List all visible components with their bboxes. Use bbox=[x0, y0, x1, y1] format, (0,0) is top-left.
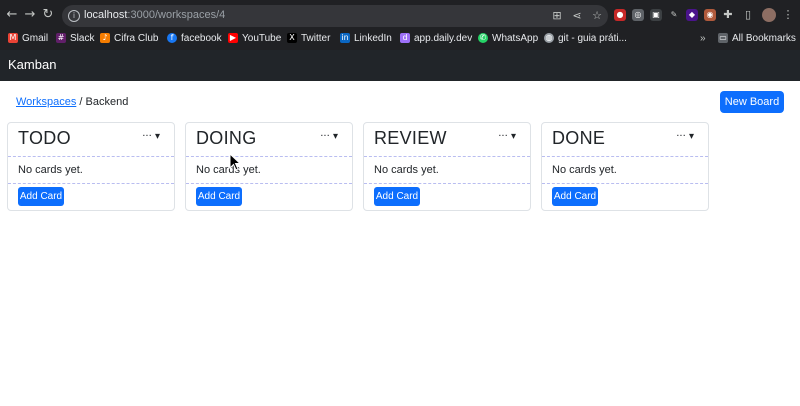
youtube-icon: ▶ bbox=[228, 33, 238, 43]
extension-gray-icon[interactable]: ◎ bbox=[632, 9, 644, 21]
column-title: TODO bbox=[18, 128, 71, 148]
add-card-button[interactable]: Add Card bbox=[196, 187, 242, 206]
translate-icon[interactable]: ⊞ bbox=[550, 9, 564, 23]
profile-avatar[interactable] bbox=[762, 8, 776, 22]
app-navbar: Kamban bbox=[0, 50, 800, 81]
bookmark-facebook[interactable]: f facebook bbox=[167, 31, 222, 45]
add-card-button[interactable]: Add Card bbox=[18, 187, 64, 206]
column-body: No cards yet. bbox=[542, 157, 708, 184]
column-title: DONE bbox=[552, 128, 606, 148]
toolbar: ← → ↻ i localhost:3000/workspaces/4 ⊞ ⋖ … bbox=[0, 4, 800, 28]
share-icon[interactable]: ⋖ bbox=[570, 9, 584, 23]
folder-icon: ▭ bbox=[718, 33, 728, 43]
bookmark-gmail[interactable]: M Gmail bbox=[8, 31, 48, 45]
bookmark-youtube[interactable]: ▶ YouTube bbox=[228, 31, 281, 45]
column-doing: DOING ··· ▾ No cards yet. Add Card bbox=[185, 122, 353, 211]
breadcrumb-current: Backend bbox=[85, 96, 129, 108]
column-body: No cards yet. bbox=[364, 157, 530, 184]
bookmark-git-guide[interactable]: ◍ git - guia práti... bbox=[544, 31, 627, 45]
bookmark-whatsapp[interactable]: ✆ WhatsApp bbox=[478, 31, 538, 45]
facebook-icon: f bbox=[167, 33, 177, 43]
column-header: REVIEW ··· ▾ bbox=[364, 123, 530, 157]
extensions-puzzle-icon[interactable]: ✚ bbox=[722, 9, 734, 21]
daily-dev-icon: d bbox=[400, 33, 410, 43]
column-menu-dropdown[interactable]: ··· ▾ bbox=[320, 131, 338, 142]
brand-title[interactable]: Kamban bbox=[8, 57, 56, 72]
extension-purple-icon[interactable]: ◆ bbox=[686, 9, 698, 21]
extension-window-icon[interactable]: ▣ bbox=[650, 9, 662, 21]
back-arrow-icon[interactable]: ← bbox=[4, 7, 20, 23]
column-todo: TODO ··· ▾ No cards yet. Add Card bbox=[7, 122, 175, 211]
column-review: REVIEW ··· ▾ No cards yet. Add Card bbox=[363, 122, 531, 211]
forward-arrow-icon[interactable]: → bbox=[22, 7, 38, 23]
gmail-icon: M bbox=[8, 33, 18, 43]
bookmark-daily-dev[interactable]: d app.daily.dev bbox=[400, 31, 472, 45]
add-card-button[interactable]: Add Card bbox=[552, 187, 598, 206]
bookmark-slack[interactable]: # Slack bbox=[56, 31, 94, 45]
address-bar[interactable]: i localhost:3000/workspaces/4 ⊞ ⋖ ☆ bbox=[62, 5, 608, 27]
breadcrumb: Workspaces / Backend bbox=[16, 96, 128, 108]
column-body: No cards yet. bbox=[8, 157, 174, 184]
column-menu-dropdown[interactable]: ··· ▾ bbox=[676, 131, 694, 142]
column-menu-dropdown[interactable]: ··· ▾ bbox=[498, 131, 516, 142]
bookmark-twitter[interactable]: X Twitter bbox=[287, 31, 330, 45]
bookmarks-overflow-icon[interactable]: » bbox=[700, 31, 706, 45]
column-title: REVIEW bbox=[374, 128, 447, 148]
url-text: localhost:3000/workspaces/4 bbox=[84, 9, 226, 21]
column-done: DONE ··· ▾ No cards yet. Add Card bbox=[541, 122, 709, 211]
browser-chrome: ← → ↻ i localhost:3000/workspaces/4 ⊞ ⋖ … bbox=[0, 0, 800, 50]
cifra-club-icon: ♪ bbox=[100, 33, 110, 43]
empty-cards-text: No cards yet. bbox=[552, 164, 617, 176]
bookmark-linkedin[interactable]: in LinkedIn bbox=[340, 31, 392, 45]
bookmarks-bar: M Gmail # Slack ♪ Cifra Club f facebook ▶ You… bbox=[0, 30, 800, 46]
whatsapp-icon: ✆ bbox=[478, 33, 488, 43]
breadcrumb-workspaces-link[interactable]: Workspaces bbox=[16, 96, 76, 108]
empty-cards-text: No cards yet. bbox=[374, 164, 439, 176]
mouse-cursor-icon bbox=[229, 153, 241, 171]
reload-icon[interactable]: ↻ bbox=[40, 7, 56, 23]
column-header: TODO ··· ▾ bbox=[8, 123, 174, 157]
slack-icon: # bbox=[56, 33, 66, 43]
breadcrumb-separator: / bbox=[79, 96, 83, 108]
extension-jar-icon[interactable]: ◉ bbox=[704, 9, 716, 21]
column-body: No cards yet. bbox=[186, 157, 352, 184]
new-board-button[interactable]: New Board bbox=[720, 91, 784, 113]
extension-red-icon[interactable]: ● bbox=[614, 9, 626, 21]
extension-pen-icon[interactable]: ✎ bbox=[668, 9, 680, 21]
bookmark-star-icon[interactable]: ☆ bbox=[590, 9, 604, 23]
all-bookmarks[interactable]: ▭ All Bookmarks bbox=[718, 31, 796, 45]
empty-cards-text: No cards yet. bbox=[18, 164, 83, 176]
add-card-button[interactable]: Add Card bbox=[374, 187, 420, 206]
column-header: DOING ··· ▾ bbox=[186, 123, 352, 157]
x-icon: X bbox=[287, 33, 297, 43]
linkedin-icon: in bbox=[340, 33, 350, 43]
column-title: DOING bbox=[196, 128, 257, 148]
side-panel-icon[interactable]: ▯ bbox=[742, 9, 754, 21]
column-header: DONE ··· ▾ bbox=[542, 123, 708, 157]
column-menu-dropdown[interactable]: ··· ▾ bbox=[142, 131, 160, 142]
menu-kebab-icon[interactable]: ⋮ bbox=[782, 9, 794, 21]
site-info-icon[interactable]: i bbox=[68, 10, 80, 22]
bookmark-cifra-club[interactable]: ♪ Cifra Club bbox=[100, 31, 158, 45]
globe-icon: ◍ bbox=[544, 33, 554, 43]
